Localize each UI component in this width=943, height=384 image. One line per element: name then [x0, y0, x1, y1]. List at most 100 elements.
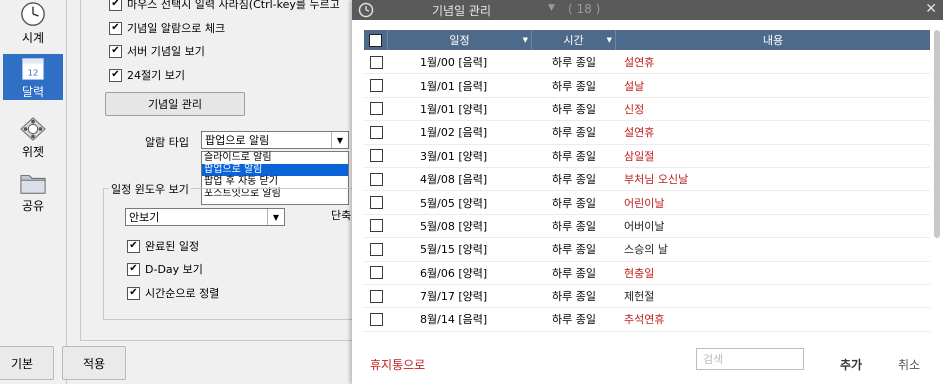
row-date: 5월/05 [양력]: [420, 196, 488, 210]
row-date: 1월/01 [양력]: [420, 102, 488, 116]
table-row[interactable]: 1월/02 [음력] 하루 종일 설연휴: [364, 121, 930, 145]
checkbox-sort-by-time[interactable]: ✔ 시간순으로 정렬: [127, 284, 219, 302]
checkbox-dday[interactable]: ✔ D-Day 보기: [127, 260, 203, 278]
anniversary-dialog: 기념일 관리 ▼ ( 18 ) ✕ 일정 ▼ 시간 ▼ 내용 1월/00 [음력…: [352, 0, 943, 384]
checkbox-hide-on-click[interactable]: ✔ 마우스 선택시 일력 사라짐(Ctrl-key를 누르고: [109, 0, 340, 13]
checkbox-box[interactable]: ✔: [127, 239, 140, 253]
sidebar-item-calendar[interactable]: 12 달력: [3, 54, 63, 100]
sort-arrow-icon[interactable]: ▼: [523, 36, 528, 44]
chevron-down-icon[interactable]: ▼: [331, 132, 348, 148]
row-checkbox[interactable]: [369, 312, 383, 326]
chevron-down-icon[interactable]: ▼: [548, 3, 555, 13]
row-title: 어린이날: [624, 196, 665, 210]
table-row[interactable]: 8월/14 [음력] 하루 종일 추석연휴: [364, 308, 930, 332]
dialog-titlebar[interactable]: 기념일 관리 ▼ ( 18 ) ✕: [352, 0, 943, 20]
scrollbar-thumb[interactable]: [934, 30, 940, 238]
table-row[interactable]: 5월/05 [양력] 하루 종일 어린이날: [364, 191, 930, 215]
alarm-option-popup-autoclose[interactable]: 팝업 후 자동 닫기: [202, 176, 348, 188]
row-title: 설날: [624, 79, 645, 93]
schedule-window-select[interactable]: 안보기 ▼: [125, 208, 285, 226]
table-row[interactable]: 5월/15 [양력] 하루 종일 스승의 날: [364, 238, 930, 262]
row-checkbox-cell[interactable]: [364, 55, 388, 69]
row-checkbox[interactable]: [369, 149, 383, 163]
row-checkbox-cell[interactable]: [364, 312, 388, 326]
row-checkbox[interactable]: [369, 102, 383, 116]
row-checkbox[interactable]: [369, 196, 383, 210]
alarm-option-popup[interactable]: 팝업으로 알림: [202, 164, 348, 176]
row-checkbox[interactable]: [369, 266, 383, 280]
row-checkbox-cell[interactable]: [364, 102, 388, 116]
move-to-trash-link[interactable]: 휴지통으로: [370, 356, 425, 373]
cancel-button[interactable]: 취소: [898, 356, 920, 373]
column-time[interactable]: 시간 ▼: [532, 30, 616, 50]
row-title: 스승의 날: [624, 243, 668, 257]
row-title: 현충일: [624, 266, 655, 280]
checkbox-box[interactable]: ✔: [109, 68, 122, 82]
sidebar-item-widget[interactable]: 위젯: [3, 114, 63, 160]
checkbox-server-anniversary[interactable]: ✔ 서버 기념일 보기: [109, 42, 205, 60]
checkbox-completed-schedules[interactable]: ✔ 완료된 일정: [127, 237, 199, 255]
row-checkbox-cell[interactable]: [364, 289, 388, 303]
select-all-checkbox[interactable]: [369, 33, 382, 47]
checkbox-label: 서버 기념일 보기: [127, 45, 205, 58]
row-checkbox[interactable]: [369, 55, 383, 69]
checkbox-box[interactable]: ✔: [127, 262, 140, 276]
row-title: 제헌절: [624, 290, 655, 304]
row-checkbox-cell[interactable]: [364, 79, 388, 93]
anniversary-manage-button[interactable]: 기념일 관리: [105, 92, 245, 116]
table-row[interactable]: 1월/01 [양력] 하루 종일 신정: [364, 98, 930, 122]
scrollbar[interactable]: [934, 30, 940, 238]
sidebar-item-label: 위젯: [21, 145, 45, 159]
row-checkbox[interactable]: [369, 125, 383, 139]
close-icon[interactable]: ✕: [925, 1, 937, 17]
row-checkbox[interactable]: [369, 289, 383, 303]
select-all-column[interactable]: [364, 30, 388, 50]
row-checkbox[interactable]: [369, 219, 383, 233]
checkbox-box[interactable]: ✔: [109, 0, 122, 11]
row-time: 하루 종일: [552, 243, 596, 257]
row-checkbox[interactable]: [369, 242, 383, 256]
column-content[interactable]: 내용: [616, 30, 930, 50]
table-row[interactable]: 1월/01 [음력] 하루 종일 설날: [364, 74, 930, 98]
row-checkbox[interactable]: [369, 79, 383, 93]
alarm-type-value: 팝업으로 알림: [205, 134, 270, 147]
row-checkbox-cell[interactable]: [364, 219, 388, 233]
row-date: 1월/02 [음력]: [420, 126, 488, 140]
apply-button[interactable]: 적용: [62, 346, 126, 380]
checkbox-anniversary-alarm[interactable]: ✔ 기념일 알람으로 체크: [109, 19, 225, 37]
row-time: 하루 종일: [552, 79, 596, 93]
row-checkbox-cell[interactable]: [364, 172, 388, 186]
table-row[interactable]: 1월/00 [음력] 하루 종일 설연휴: [364, 51, 930, 75]
checkbox-box[interactable]: ✔: [127, 286, 140, 300]
checkbox-box[interactable]: ✔: [109, 44, 122, 58]
row-time: 하루 종일: [552, 126, 596, 140]
alarm-type-select[interactable]: 팝업으로 알림 ▼: [201, 131, 349, 149]
row-time: 하루 종일: [552, 290, 596, 304]
table-row[interactable]: 4월/08 [음력] 하루 종일 부처님 오신날: [364, 168, 930, 192]
checkbox-24-solar-terms[interactable]: ✔ 24절기 보기: [109, 66, 185, 84]
row-checkbox[interactable]: [369, 172, 383, 186]
add-button[interactable]: 추가: [840, 356, 862, 373]
default-button[interactable]: 기본: [0, 346, 54, 380]
sidebar-item-clock[interactable]: 시계: [3, 0, 63, 46]
table-row[interactable]: 6월/06 [양력] 하루 종일 현충일: [364, 262, 930, 285]
row-checkbox-cell[interactable]: [364, 266, 388, 280]
sidebar-item-share[interactable]: 공유: [3, 168, 63, 214]
sidebar-item-label: 공유: [21, 199, 45, 213]
table-row[interactable]: 7월/17 [양력] 하루 종일 제헌절: [364, 285, 930, 309]
row-checkbox-cell[interactable]: [364, 149, 388, 163]
column-date[interactable]: 일정 ▼: [388, 30, 532, 50]
sort-arrow-icon[interactable]: ▼: [607, 36, 612, 44]
row-checkbox-cell[interactable]: [364, 196, 388, 210]
table-row[interactable]: 3월/01 [양력] 하루 종일 삼일절: [364, 145, 930, 168]
alarm-type-label: 알람 타입: [145, 136, 189, 149]
row-checkbox-cell[interactable]: [364, 242, 388, 256]
search-input[interactable]: 검색: [696, 348, 804, 370]
row-checkbox-cell[interactable]: [364, 125, 388, 139]
checkbox-box[interactable]: ✔: [109, 21, 122, 35]
schedule-window-group-label: 일정 윈도우 보기: [109, 181, 191, 197]
alarm-option-slide[interactable]: 슬라이드로 알림: [202, 152, 348, 164]
row-date: 3월/01 [양력]: [420, 149, 488, 163]
table-row[interactable]: 5월/08 [양력] 하루 종일 어버이날: [364, 215, 930, 239]
chevron-down-icon[interactable]: ▼: [267, 209, 284, 225]
